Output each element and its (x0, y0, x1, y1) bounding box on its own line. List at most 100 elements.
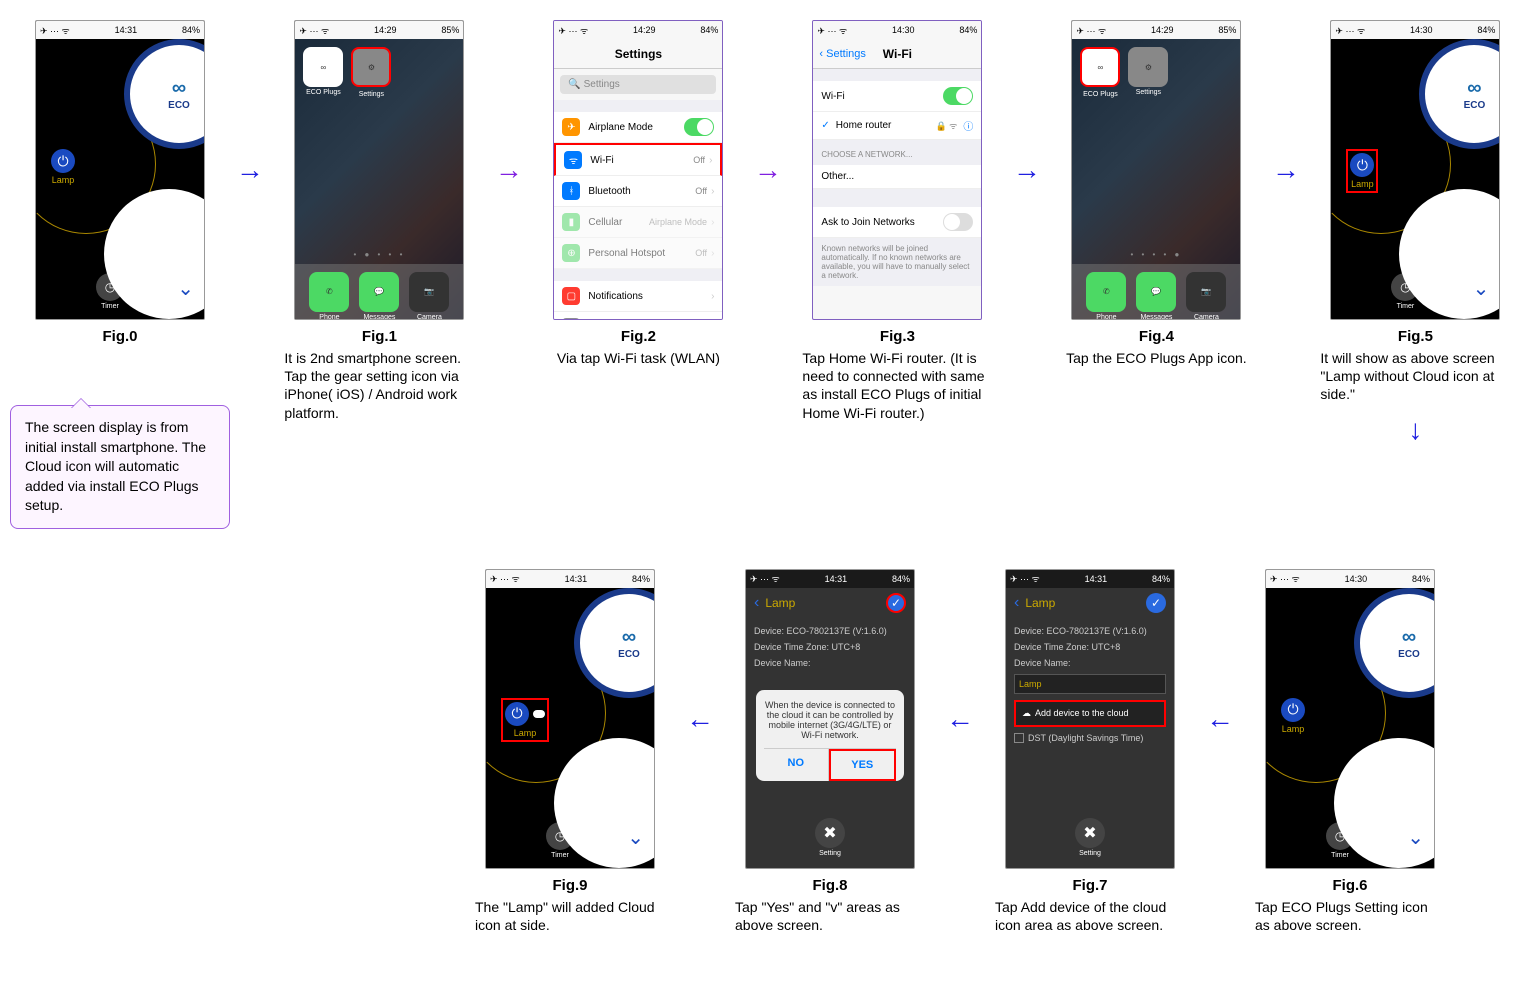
fig0-caption: Fig.0 (102, 328, 137, 345)
fig0-phone: ✈ ⋯ ᯤ 14:31 84% ECO ⏻ Lamp ⋯More ⚡Electr… (35, 20, 205, 320)
fig4-caption: Fig.4 (1139, 328, 1174, 345)
chevron-down-icon[interactable]: ⌄ (1473, 276, 1490, 301)
status-bar: ✈ ⋯ ᯤ14:3184% (746, 570, 914, 588)
lamp-button[interactable]: ⏻ Lamp (51, 149, 75, 185)
fig5-caption: Fig.5 (1398, 328, 1433, 345)
confirm-button[interactable]: ✓ (1146, 593, 1166, 613)
confirm-button[interactable]: ✓ (886, 593, 906, 613)
settings-app[interactable]: ⚙Settings (1128, 47, 1168, 87)
dialog-text: When the device is connected to the clou… (764, 700, 896, 740)
lamp-button[interactable]: ⏻ Lamp (501, 698, 549, 742)
no-button[interactable]: NO (764, 749, 829, 781)
fig4-cell: ✈ ⋯ ᯤ14:2985% ∞ECO Plugs ⚙Settings • • •… (1057, 20, 1256, 367)
hotspot-row[interactable]: ⊕Personal HotspotOff› (554, 238, 722, 269)
lamp-label: Lamp (1282, 724, 1305, 734)
notif-row[interactable]: ▢Notifications› (554, 281, 722, 312)
phone-app[interactable]: ✆Phone (1086, 272, 1126, 312)
airplane-toggle[interactable] (684, 118, 714, 136)
bluetooth-row[interactable]: ᚼBluetoothOff› (554, 176, 722, 207)
dock: ✆Phone 💬Messages 📷Camera (295, 264, 463, 319)
arrow-icon: ← (680, 569, 720, 869)
power-icon: ⏻ (505, 702, 529, 726)
device-body: Device: ECO-7802137E (V:1.6.0) Device Ti… (1006, 618, 1174, 751)
search-field[interactable]: 🔍 Settings (560, 75, 716, 94)
power-icon: ⏻ (1350, 153, 1374, 177)
fig1-phone: ✈ ⋯ ᯤ14:2985% ∞ECO Plugs ⚙Settings • ● •… (294, 20, 464, 320)
lamp-button[interactable]: ⏻ Lamp (1346, 149, 1378, 193)
settings-app[interactable]: ⚙Settings (351, 47, 391, 87)
chevron-down-icon[interactable]: ⌄ (1407, 825, 1424, 850)
status-bar: ✈ ⋯ ᯤ14:2984% (554, 21, 722, 39)
messages-app[interactable]: 💬Messages (359, 272, 399, 312)
eco-app: ECO ⏻ Lamp ⋯More ⚡Electric Bill ✖Setting… (36, 39, 204, 319)
info-icon[interactable]: ⓘ (963, 118, 973, 133)
fig3-cell: ✈ ⋯ ᯤ14:3084% ‹ Settings Wi-Fi Wi-Fi ✓Ho… (798, 20, 997, 422)
fig6-desc: Tap ECO Plugs Setting icon as above scre… (1255, 898, 1445, 934)
ask-join-row[interactable]: Ask to Join Networks (813, 207, 981, 238)
add-cloud-row[interactable]: ☁Add device to the cloud (1014, 700, 1166, 727)
device-nav: ‹ Lamp ✓ (1006, 588, 1174, 618)
yes-button[interactable]: YES (829, 749, 897, 781)
back-icon[interactable]: ‹ (754, 594, 759, 612)
home-router-row[interactable]: ✓Home router🔒 ᯤⓘ (813, 112, 981, 140)
fig4-desc: Tap the ECO Plugs App icon. (1066, 349, 1247, 367)
page-dots: • ● • • • (295, 250, 463, 259)
setting-button[interactable]: ✖Setting (815, 818, 845, 848)
notif-icon: ▢ (562, 287, 580, 305)
camera-app[interactable]: 📷Camera (1186, 272, 1226, 312)
eco-app: ECO ⏻ Lamp ⋯More ⚡Electric Bill ✖Setting… (1331, 39, 1499, 319)
messages-app[interactable]: 💬Messages (1136, 272, 1176, 312)
dst-row[interactable]: DST (Daylight Savings Time) (1014, 733, 1166, 743)
fig8-phone: ✈ ⋯ ᯤ14:3184% ‹ Lamp ✓ Device: ECO-78021… (745, 569, 915, 869)
status-bar: ✈ ⋯ ᯤ 14:31 84% (36, 21, 204, 39)
fig7-caption: Fig.7 (1072, 877, 1107, 894)
status-bar: ✈ ⋯ ᯤ14:3184% (486, 570, 654, 588)
wifi-toggle[interactable] (943, 87, 973, 105)
camera-app[interactable]: 📷Camera (409, 272, 449, 312)
row-2: ✈ ⋯ ᯤ14:3184% ECO ⏻ Lamp ⋯More ⚡Electric… (470, 569, 1515, 934)
fig8-desc: Tap "Yes" and "v" areas as above screen. (735, 898, 925, 934)
wifi-row[interactable]: ᯤWi-FiOff› (554, 143, 722, 176)
fig8-cell: ✈ ⋯ ᯤ14:3184% ‹ Lamp ✓ Device: ECO-78021… (730, 569, 930, 934)
bluetooth-icon: ᚼ (562, 182, 580, 200)
other-row[interactable]: Other... (813, 165, 981, 189)
nav-title: Wi-Fi (883, 47, 912, 61)
cloud-dialog: When the device is connected to the clou… (756, 690, 904, 781)
status-bar: ✈ ⋯ ᯤ14:3184% (1006, 570, 1174, 588)
dialog-buttons: NO YES (764, 748, 896, 781)
cellular-row[interactable]: ▮CellularAirplane Mode› (554, 207, 722, 238)
wifi-toggle-row[interactable]: Wi-Fi (813, 81, 981, 112)
fig3-desc: Tap Home Wi-Fi router. (It is need to co… (802, 349, 992, 422)
status-bat: 84% (182, 25, 200, 35)
device-nav: ‹ Lamp ✓ (746, 588, 914, 618)
apps-row: ∞ECO Plugs ⚙Settings (295, 39, 463, 95)
airplane-icon: ✈ (562, 118, 580, 136)
device-title: Lamp (1025, 596, 1055, 610)
device-name-input[interactable] (1014, 674, 1166, 694)
device-title: Lamp (765, 596, 795, 610)
airplane-row[interactable]: ✈Airplane Mode (554, 112, 722, 143)
arrow-icon: → (1007, 20, 1047, 320)
arrow-icon: → (1266, 20, 1306, 320)
home-screen: ∞ECO Plugs ⚙Settings • • • • ● ✆Phone 💬M… (1072, 39, 1240, 319)
arrow-icon: → (230, 20, 270, 320)
ask-toggle[interactable] (943, 213, 973, 231)
nav-title: Settings (615, 47, 662, 61)
chevron-down-icon[interactable]: ⌄ (177, 276, 194, 301)
status-bar: ✈ ⋯ ᯤ14:3084% (1331, 21, 1499, 39)
back-icon[interactable]: ‹ (1014, 594, 1019, 612)
home-screen: ∞ECO Plugs ⚙Settings • ● • • • ✆Phone 💬M… (295, 39, 463, 319)
dst-checkbox[interactable] (1014, 733, 1024, 743)
back-button[interactable]: ‹ Settings (819, 48, 865, 60)
cellular-icon: ▮ (562, 213, 580, 231)
lamp-button[interactable]: ⏻ Lamp (1281, 698, 1305, 734)
cc-row[interactable]: ⊟Control Center› (554, 312, 722, 320)
eco-plugs-app[interactable]: ∞ECO Plugs (1080, 47, 1120, 87)
chevron-down-icon[interactable]: ⌄ (627, 825, 644, 850)
fig2-phone: ✈ ⋯ ᯤ14:2984% Settings 🔍 Settings ✈Airpl… (553, 20, 723, 320)
eco-plugs-app[interactable]: ∞ECO Plugs (303, 47, 343, 87)
setting-button[interactable]: ✖Setting (1075, 818, 1105, 848)
apps-row: ∞ECO Plugs ⚙Settings (1072, 39, 1240, 95)
phone-app[interactable]: ✆Phone (309, 272, 349, 312)
fig0-cell: ✈ ⋯ ᯤ 14:31 84% ECO ⏻ Lamp ⋯More ⚡Electr… (20, 20, 220, 529)
